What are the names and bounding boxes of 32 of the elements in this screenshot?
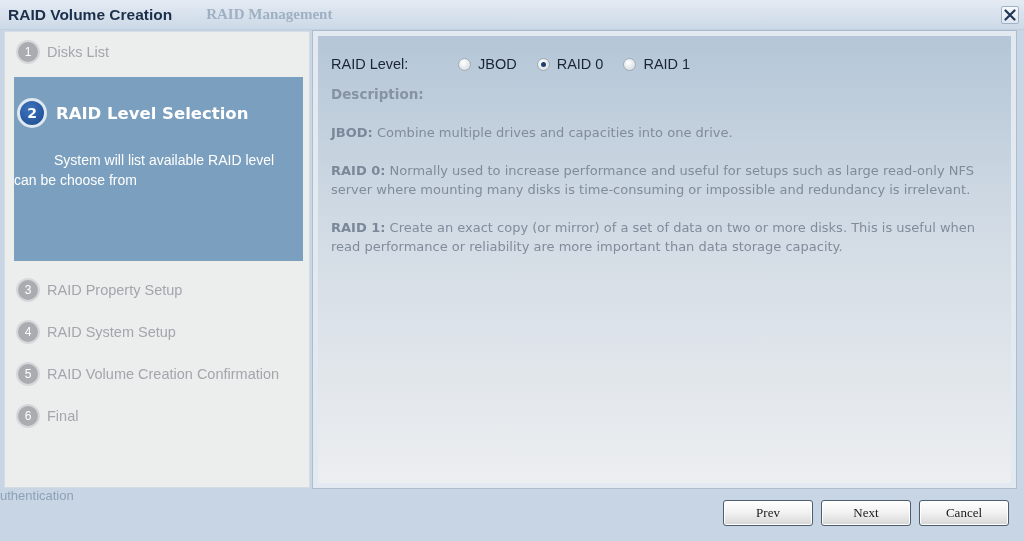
radio-label[interactable]: JBOD [478,56,517,72]
step-number: 6 [16,404,40,428]
next-button[interactable]: Next [821,500,911,526]
close-icon [1004,8,1016,21]
background-window-label: uthentication [0,488,74,504]
radio-button[interactable] [623,57,637,71]
description-paragraph: RAID 0: Normally used to increase performance and useful for setups such as large read-only NFS server where mounting many disks is time-consuming or impossible and redundancy is irrelevant. [331,162,975,199]
step-number: 5 [16,362,40,386]
step-label: Disks List [47,44,110,60]
step-number: 2 [17,98,47,128]
window-title: RAID Volume Creation [8,5,173,24]
description-paragraph: JBOD: Combine multiple drives and capacities into one drive. [331,124,734,142]
close-button[interactable] [1001,5,1019,24]
step-title: RAID Level Selection [56,103,249,123]
description-heading: Description: [331,85,425,104]
background-window-title: RAID Management [206,6,333,23]
radio-button[interactable] [458,57,471,71]
step-number: 3 [16,278,40,302]
radio-label[interactable]: RAID 1 [643,56,691,72]
step-number: 4 [16,320,40,344]
step-label: RAID Property Setup [47,282,183,298]
radio-button[interactable] [536,57,550,71]
cancel-button[interactable]: Cancel [919,500,1009,526]
step-number: 1 [16,40,40,64]
raid-level-label: RAID Level: [331,56,410,72]
prev-button[interactable]: Prev [723,500,813,526]
description-paragraph: RAID 1: Create an exact copy (or mirror) of a set of data on two or more disks. This is useful when read performance or reliability are more important than data storage capacity. [331,219,977,256]
step-label: RAID System Setup [47,324,176,340]
step-label: Final [47,408,79,424]
step-label: RAID Volume Creation Confirmation [47,366,280,382]
step-description: System will list available RAID level can be choose from [14,151,276,190]
radio-label[interactable]: RAID 0 [556,56,604,72]
